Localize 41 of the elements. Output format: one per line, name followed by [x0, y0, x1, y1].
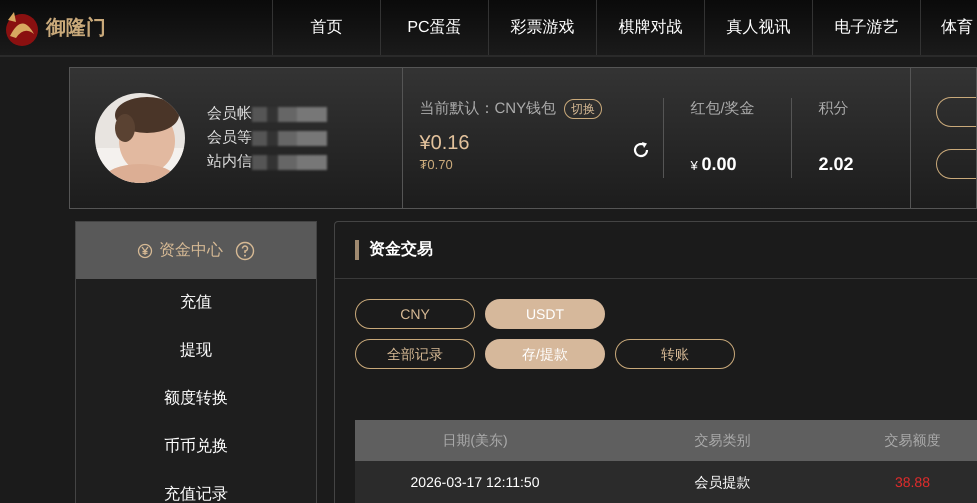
table-cell-text: 会员提款: [694, 472, 752, 492]
sidebar-title: 资金中心: [159, 240, 223, 260]
balance-text: ¥0.16: [419, 130, 470, 154]
filter-tab[interactable]: CNY: [355, 299, 475, 329]
points-label: 积分: [818, 99, 850, 119]
switch-button[interactable]: 切换: [564, 99, 602, 120]
profile-label: 站内信: [207, 152, 252, 172]
table-cell-text: 38.88: [894, 472, 932, 492]
button-edge[interactable]: [936, 149, 976, 179]
nav-item[interactable]: 真人视讯: [704, 0, 812, 55]
currency-sign: ¥: [690, 157, 698, 175]
nav-item[interactable]: 棋牌对战: [596, 0, 704, 55]
column-header: 日期(美东): [441, 431, 509, 450]
section-title: 资金交易: [369, 239, 433, 260]
logo-text: 御隆门: [46, 16, 106, 40]
sidebar-item[interactable]: 充值记录: [76, 471, 316, 503]
wallet-label: 当前默认：CNY钱包: [419, 99, 556, 119]
nav-item[interactable]: 首页: [272, 0, 380, 55]
table-cell-text: 2026-03-17 12:11:50: [410, 472, 540, 492]
title-accent-bar: [355, 240, 359, 260]
filter-tab[interactable]: 转账: [615, 339, 735, 369]
nav-item[interactable]: 体育: [920, 0, 977, 55]
button-edge[interactable]: [936, 97, 976, 127]
yen-coin-icon: [137, 242, 153, 258]
nav-item[interactable]: 电子游艺: [812, 0, 920, 55]
filter-tab[interactable]: 全部记录: [355, 339, 475, 369]
sidebar-item[interactable]: 提现: [76, 327, 316, 375]
sub-balance-text: ₮0.70: [419, 156, 454, 174]
profile-label: 会员等: [207, 128, 252, 148]
help-icon[interactable]: [235, 240, 255, 260]
column-header: 交易额度: [884, 431, 942, 450]
profile-label: 会员帐: [207, 104, 252, 124]
sidebar-item[interactable]: 币币兑换: [76, 423, 316, 471]
bonus-label: 红包/奖金: [690, 99, 756, 119]
points-value: 2.02: [818, 153, 854, 176]
bonus-value: 0.00: [702, 153, 737, 176]
column-header: 交易类别: [694, 431, 752, 450]
nav-item[interactable]: 彩票游戏: [488, 0, 596, 55]
sidebar-item[interactable]: 充值: [76, 279, 316, 327]
sidebar-item[interactable]: 额度转换: [76, 375, 316, 423]
nav-item[interactable]: PC蛋蛋: [380, 0, 488, 55]
